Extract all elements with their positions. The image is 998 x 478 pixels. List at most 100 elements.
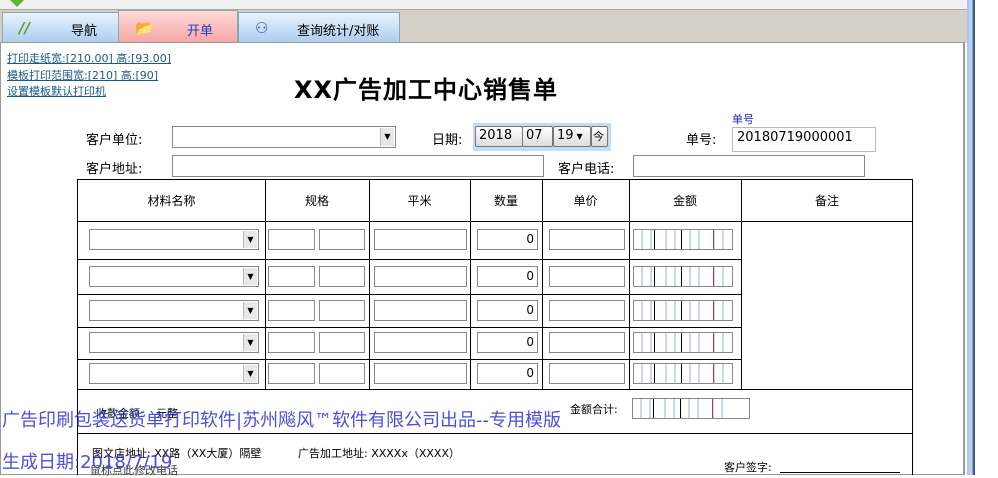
customer-select[interactable]: ▼ bbox=[172, 126, 396, 148]
chevron-down-icon[interactable]: ▼ bbox=[243, 301, 257, 319]
address-input[interactable] bbox=[172, 155, 544, 177]
spec-width-input[interactable] bbox=[268, 229, 315, 250]
down-arrow-icon bbox=[10, 0, 24, 7]
unit-price-input[interactable] bbox=[549, 363, 625, 384]
area-input[interactable] bbox=[374, 299, 467, 321]
quantity-input[interactable]: 0 bbox=[477, 299, 538, 321]
area-input[interactable] bbox=[374, 229, 467, 250]
open-folder-icon: 📂 bbox=[135, 19, 154, 37]
spec-width-input[interactable] bbox=[268, 332, 315, 353]
column-divider bbox=[369, 180, 370, 389]
spec-height-input[interactable] bbox=[319, 332, 365, 353]
column-header: 材料名称 bbox=[147, 194, 196, 208]
amount-display bbox=[633, 265, 733, 287]
row-divider bbox=[78, 433, 912, 434]
order-no-input[interactable]: 20180719000001 bbox=[732, 127, 876, 152]
ad-address: 广告加工地址: XXXXx（XXXX） bbox=[298, 447, 460, 460]
spec-height-input[interactable] bbox=[319, 363, 365, 384]
chevron-down-icon[interactable]: ▼ bbox=[380, 128, 394, 146]
tab-label: 导航 bbox=[71, 24, 98, 39]
quantity-input[interactable]: 0 bbox=[477, 229, 538, 250]
spec-width-input[interactable] bbox=[268, 265, 315, 287]
column-header: 备注 bbox=[814, 194, 839, 208]
row-divider bbox=[78, 359, 741, 360]
row-divider bbox=[78, 389, 912, 390]
tab-label: 开单 bbox=[187, 24, 214, 39]
paper-size-link[interactable]: 打印走纸宽:[210.00] 高:[93.00] bbox=[7, 50, 171, 66]
spec-height-input[interactable] bbox=[319, 229, 365, 250]
print-range-link[interactable]: 模板打印范围宽:[210] 高:[90] bbox=[7, 67, 158, 83]
page-title: XX广告加工中心销售单 bbox=[294, 76, 559, 104]
window-frame bbox=[967, 0, 975, 475]
amount-display bbox=[633, 229, 733, 250]
unit-price-input[interactable] bbox=[549, 229, 625, 250]
total-label: 金额合计: bbox=[570, 403, 618, 416]
row-divider bbox=[78, 327, 741, 328]
material-select[interactable]: ▼ bbox=[89, 332, 259, 353]
chevron-down-icon[interactable]: ▼ bbox=[243, 365, 257, 382]
area-input[interactable] bbox=[374, 265, 467, 287]
order-no-label: 单号: bbox=[686, 133, 717, 148]
unit-price-input[interactable] bbox=[549, 265, 625, 287]
tab-label: 查询统计/对账 bbox=[297, 24, 380, 39]
column-header: 单价 bbox=[573, 194, 598, 208]
amount-display bbox=[633, 299, 733, 321]
chevron-down-icon: ▼ bbox=[576, 132, 583, 141]
tab-bar: // 导航 📂 开单 ⚇ 查询统计/对账 bbox=[0, 10, 967, 43]
year-value: 2018 bbox=[479, 128, 513, 143]
quantity-input[interactable]: 0 bbox=[477, 363, 538, 384]
year-select[interactable]: 2018 bbox=[475, 126, 523, 147]
watermark-line2: 生成日期:2018/7/19 bbox=[2, 452, 173, 473]
address-label: 客户地址: bbox=[86, 162, 143, 177]
unit-price-input[interactable] bbox=[549, 332, 625, 353]
column-divider bbox=[741, 180, 742, 389]
month-select[interactable]: 07 bbox=[522, 126, 553, 147]
column-header: 平米 bbox=[407, 194, 432, 208]
set-printer-link[interactable]: 设置模板默认打印机 bbox=[7, 83, 106, 99]
column-divider bbox=[470, 180, 471, 389]
date-picker: 2018 07 19 ▼ 今 bbox=[473, 123, 611, 151]
unit-price-input[interactable] bbox=[549, 299, 625, 321]
material-select[interactable]: ▼ bbox=[89, 299, 259, 321]
tab-open-order[interactable]: 📂 开单 bbox=[118, 10, 238, 43]
column-header: 数量 bbox=[493, 194, 518, 208]
signature-label: 客户签字: bbox=[724, 461, 772, 474]
column-divider bbox=[265, 180, 266, 389]
row-divider bbox=[78, 259, 741, 260]
top-strip bbox=[0, 0, 967, 10]
column-header: 规格 bbox=[304, 194, 329, 208]
date-label: 日期: bbox=[432, 133, 463, 148]
signature-line bbox=[780, 472, 900, 473]
chevron-down-icon[interactable]: ▼ bbox=[243, 231, 257, 248]
today-button[interactable]: 今 bbox=[591, 126, 608, 147]
phone-label: 客户电话: bbox=[558, 162, 615, 177]
tab-query-stats[interactable]: ⚇ 查询统计/对账 bbox=[238, 12, 400, 43]
binoculars-icon: ⚇ bbox=[255, 19, 269, 37]
spec-width-input[interactable] bbox=[268, 299, 315, 321]
quantity-input[interactable]: 0 bbox=[477, 265, 538, 287]
month-value: 07 bbox=[526, 128, 543, 143]
column-divider bbox=[542, 180, 543, 389]
spec-height-input[interactable] bbox=[319, 299, 365, 321]
customer-label: 客户单位: bbox=[86, 133, 143, 148]
material-select[interactable]: ▼ bbox=[89, 363, 259, 384]
nav-slashes-icon: // bbox=[19, 19, 30, 37]
chevron-down-icon[interactable]: ▼ bbox=[243, 267, 257, 285]
amount-display bbox=[633, 363, 733, 384]
column-header: 金额 bbox=[672, 194, 697, 208]
day-select[interactable]: 19 ▼ bbox=[553, 126, 591, 147]
material-select[interactable]: ▼ bbox=[89, 229, 259, 250]
total-amount-display bbox=[632, 398, 750, 419]
spec-height-input[interactable] bbox=[319, 265, 365, 287]
spec-width-input[interactable] bbox=[268, 363, 315, 384]
order-no-caption: 单号 bbox=[732, 113, 754, 126]
tab-navigation[interactable]: // 导航 bbox=[2, 12, 119, 43]
area-input[interactable] bbox=[374, 332, 467, 353]
area-input[interactable] bbox=[374, 363, 467, 384]
phone-input[interactable] bbox=[633, 155, 865, 177]
column-divider bbox=[629, 180, 630, 389]
material-select[interactable]: ▼ bbox=[89, 265, 259, 287]
row-divider bbox=[78, 294, 741, 295]
quantity-input[interactable]: 0 bbox=[477, 332, 538, 353]
chevron-down-icon[interactable]: ▼ bbox=[243, 334, 257, 351]
